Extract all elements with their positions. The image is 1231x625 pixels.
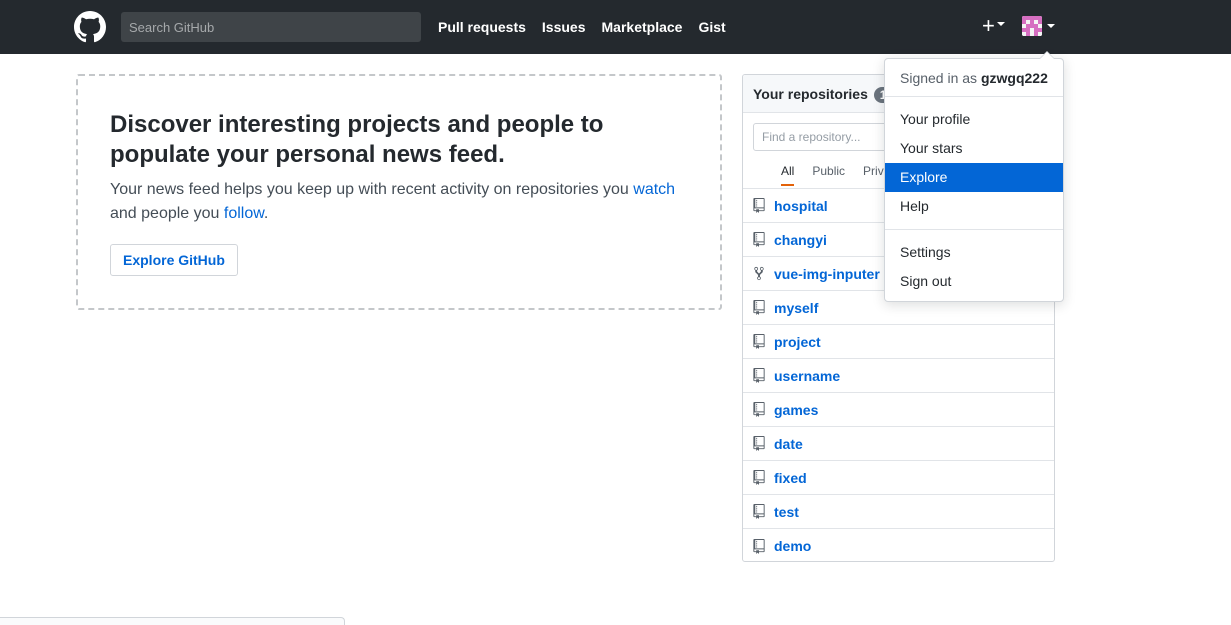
menu-item-help[interactable]: Help (885, 192, 1063, 221)
repository-name-link[interactable]: fixed (774, 470, 807, 486)
search-input[interactable] (121, 12, 421, 42)
caret-down-icon (996, 22, 1005, 27)
browser-status-bar (0, 617, 345, 625)
repo-icon (753, 300, 765, 315)
repository-name-link[interactable]: project (774, 334, 821, 350)
tab-all[interactable]: All (781, 164, 795, 186)
repo-icon (753, 198, 765, 213)
signed-in-header: Signed in as gzwgq222 (885, 59, 1063, 97)
nav-marketplace[interactable]: Marketplace (602, 19, 683, 35)
tab-private[interactable]: Priv (863, 164, 884, 186)
repo-icon (753, 368, 765, 383)
repo-icon (753, 232, 765, 247)
repo-icon (753, 470, 765, 485)
repo-icon (753, 538, 765, 554)
profile-menu-group: Your profile Your stars Explore Help (885, 97, 1063, 229)
repository-list-item[interactable]: date (743, 427, 1054, 461)
repositories-title: Your repositories (753, 86, 868, 102)
menu-item-explore[interactable]: Explore (885, 163, 1063, 192)
repo-icon (753, 504, 765, 519)
nav-gist[interactable]: Gist (698, 19, 725, 35)
menu-item-your-stars[interactable]: Your stars (885, 134, 1063, 163)
repository-list-item[interactable]: username (743, 359, 1054, 393)
follow-link[interactable]: follow (224, 205, 264, 222)
repository-name-link[interactable]: myself (774, 300, 818, 316)
repo-icon (753, 436, 765, 451)
repository-name-link[interactable]: demo (774, 538, 811, 554)
github-logo-icon[interactable] (74, 11, 106, 43)
repository-list-item[interactable]: fixed (743, 461, 1054, 495)
repo-icon (753, 402, 765, 417)
repository-name-link[interactable]: hospital (774, 198, 828, 214)
top-header: Pull requests Issues Marketplace Gist + (0, 0, 1231, 54)
blankslate-text: Your news feed helps you keep up with re… (110, 181, 676, 222)
repository-name-link[interactable]: changyi (774, 232, 827, 248)
user-dropdown-menu: Signed in as gzwgq222 Your profile Your … (884, 51, 1064, 304)
menu-item-your-profile[interactable]: Your profile (885, 105, 1063, 134)
repository-name-link[interactable]: vue-img-inputer (774, 266, 880, 282)
nav-pull-requests[interactable]: Pull requests (438, 19, 526, 35)
signed-in-username: gzwgq222 (980, 70, 1048, 86)
repository-name-link[interactable]: date (774, 436, 803, 452)
account-menu-group: Settings Sign out (885, 230, 1063, 304)
repo-icon (753, 334, 765, 349)
blankslate-title: Discover interesting projects and people… (110, 111, 604, 168)
fork-icon (753, 266, 765, 281)
caret-down-icon (1047, 24, 1055, 28)
tab-public[interactable]: Public (812, 164, 845, 186)
repository-list-item[interactable]: test (743, 495, 1054, 529)
watch-link[interactable]: watch (633, 181, 675, 198)
user-menu-button[interactable] (1022, 16, 1055, 36)
repository-name-link[interactable]: games (774, 402, 818, 418)
news-feed-blankslate: Discover interesting projects and people… (76, 74, 722, 310)
repository-name-link[interactable]: username (774, 368, 840, 384)
repository-list-item[interactable]: project (743, 325, 1054, 359)
new-menu-button[interactable]: + (982, 14, 1005, 38)
header-nav: Pull requests Issues Marketplace Gist (438, 0, 742, 54)
menu-item-settings[interactable]: Settings (885, 238, 1063, 267)
repository-list-item[interactable]: demo (743, 529, 1054, 561)
repository-name-link[interactable]: test (774, 504, 799, 520)
avatar (1022, 16, 1042, 36)
menu-item-sign-out[interactable]: Sign out (885, 267, 1063, 296)
repository-list-item[interactable]: games (743, 393, 1054, 427)
plus-icon: + (982, 13, 995, 38)
explore-github-button[interactable]: Explore GitHub (110, 244, 238, 276)
nav-issues[interactable]: Issues (542, 19, 586, 35)
